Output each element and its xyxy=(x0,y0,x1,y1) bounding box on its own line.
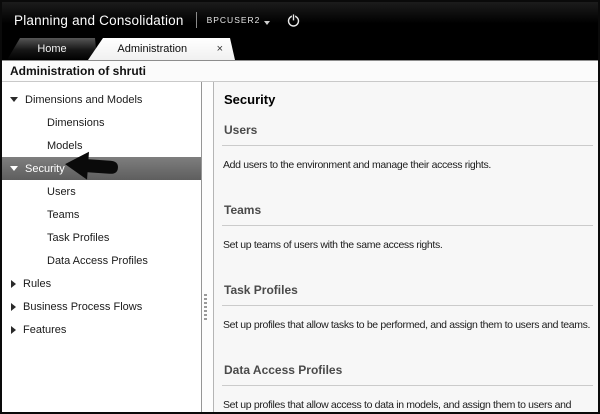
power-icon xyxy=(286,13,301,28)
section-divider xyxy=(222,145,593,146)
section-description: Add users to the environment and manage … xyxy=(223,159,593,171)
section-heading[interactable]: Teams xyxy=(224,203,593,217)
sidebar-item-label: Business Process Flows xyxy=(23,301,142,313)
section-divider xyxy=(222,385,593,386)
sidebar-item-features[interactable]: Features xyxy=(2,318,201,341)
sidebar-item-data-access-profiles[interactable]: Data Access Profiles xyxy=(2,249,201,272)
expanded-caret-icon xyxy=(10,166,18,171)
sidebar-item-models[interactable]: Models xyxy=(2,134,201,157)
sidebar-item-label: Dimensions and Models xyxy=(25,94,142,106)
collapsed-caret-icon xyxy=(11,303,16,311)
sidebar-item-label: Teams xyxy=(47,209,79,221)
section-divider xyxy=(222,225,593,226)
sidebar-item-label: Features xyxy=(23,324,66,336)
sidebar-item-users[interactable]: Users xyxy=(2,180,201,203)
sidebar-item-label: Dimensions xyxy=(47,117,104,129)
section-task-profiles: Task Profiles Set up profiles that allow… xyxy=(222,283,593,331)
section-description: Set up profiles that allow access to dat… xyxy=(223,399,593,412)
sidebar-item-label: Rules xyxy=(23,278,51,290)
section-heading[interactable]: Task Profiles xyxy=(224,283,593,297)
panel-splitter[interactable] xyxy=(202,82,213,412)
section-description: Set up teams of users with the same acce… xyxy=(223,239,593,251)
page-title: Administration of shruti xyxy=(2,61,598,82)
user-menu[interactable]: BPCUSER2 xyxy=(207,15,261,25)
sidebar-item-security[interactable]: Security xyxy=(2,157,201,180)
tab-administration-label: Administration xyxy=(88,43,217,55)
tab-administration[interactable]: Administration × xyxy=(88,38,235,60)
sidebar-item-rules[interactable]: Rules xyxy=(2,272,201,295)
titlebar: Planning and Consolidation BPCUSER2 xyxy=(2,2,598,38)
user-menu-caret-icon xyxy=(264,21,270,25)
panel-title: Security xyxy=(224,92,593,107)
sidebar-item-label: Models xyxy=(47,140,82,152)
sidebar-item-business-process-flows[interactable]: Business Process Flows xyxy=(2,295,201,318)
section-data-access-profiles: Data Access Profiles Set up profiles tha… xyxy=(222,363,593,412)
tab-home-label: Home xyxy=(37,43,66,55)
sidebar-item-label: Security xyxy=(25,163,65,175)
admin-navigation-tree: Dimensions and Models Dimensions Models … xyxy=(2,82,202,412)
sidebar-item-dimensions[interactable]: Dimensions xyxy=(2,111,201,134)
section-users: Users Add users to the environment and m… xyxy=(222,123,593,171)
titlebar-divider xyxy=(196,12,197,28)
app-window: Planning and Consolidation BPCUSER2 Home… xyxy=(0,0,600,414)
logoff-power-button[interactable] xyxy=(286,13,301,28)
sidebar-item-label: Users xyxy=(47,186,76,198)
sidebar-item-teams[interactable]: Teams xyxy=(2,203,201,226)
sidebar-item-task-profiles[interactable]: Task Profiles xyxy=(2,226,201,249)
tab-home[interactable]: Home xyxy=(7,38,97,60)
section-description: Set up profiles that allow tasks to be p… xyxy=(223,319,593,331)
sidebar-item-label: Data Access Profiles xyxy=(47,255,148,267)
section-heading[interactable]: Data Access Profiles xyxy=(224,363,593,377)
content-area: Dimensions and Models Dimensions Models … xyxy=(2,82,598,412)
collapsed-caret-icon xyxy=(11,326,16,334)
expanded-caret-icon xyxy=(10,97,18,102)
security-overview-panel: Security Users Add users to the environm… xyxy=(213,82,598,412)
collapsed-caret-icon xyxy=(11,280,16,288)
tab-bar: Home Administration × xyxy=(2,38,598,61)
tab-close-icon[interactable]: × xyxy=(217,44,223,54)
sidebar-item-label: Task Profiles xyxy=(47,232,109,244)
splitter-grip-icon[interactable] xyxy=(204,294,207,320)
app-title: Planning and Consolidation xyxy=(14,13,184,28)
section-divider xyxy=(222,305,593,306)
section-teams: Teams Set up teams of users with the sam… xyxy=(222,203,593,251)
sidebar-item-dimensions-and-models[interactable]: Dimensions and Models xyxy=(2,88,201,111)
section-heading[interactable]: Users xyxy=(224,123,593,137)
